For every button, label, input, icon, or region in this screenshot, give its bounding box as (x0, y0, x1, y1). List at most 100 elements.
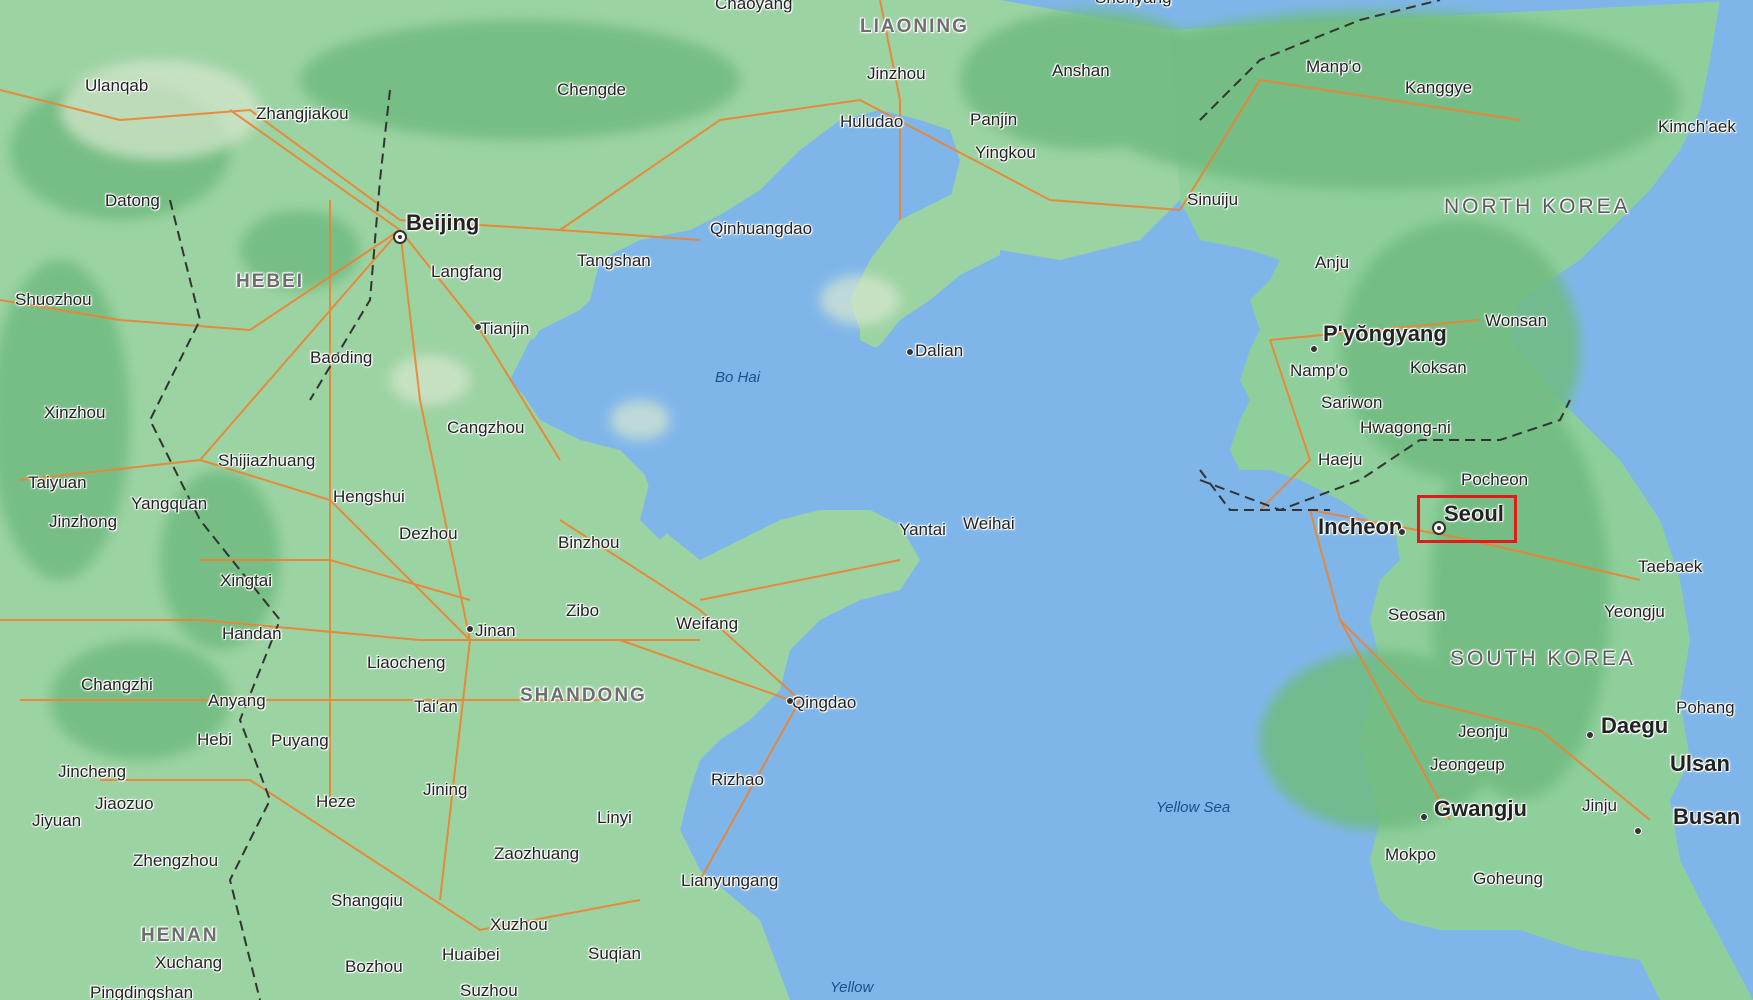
place-tianjin[interactable]: Tianjin (480, 319, 529, 339)
place-taian[interactable]: Tai'an (414, 697, 458, 717)
capital-marker-beijing (393, 230, 407, 244)
place-binzhou[interactable]: Binzhou (558, 533, 619, 553)
place-weihai[interactable]: Weihai (963, 514, 1015, 534)
place-weifang[interactable]: Weifang (676, 614, 738, 634)
place-bozhou[interactable]: Bozhou (345, 957, 403, 977)
place-hwagong-ni[interactable]: Hwagong-ni (1360, 418, 1451, 438)
place-haeju[interactable]: Haeju (1318, 450, 1362, 470)
place-suqian[interactable]: Suqian (588, 944, 641, 964)
place-lianyungang[interactable]: Lianyungang (681, 871, 778, 891)
place-seosan[interactable]: Seosan (1388, 605, 1446, 625)
place-shangqiu[interactable]: Shangqiu (331, 891, 403, 911)
place-koksan[interactable]: Koksan (1410, 358, 1467, 378)
place-jiyuan[interactable]: Jiyuan (32, 811, 81, 831)
place-anyang[interactable]: Anyang (208, 691, 266, 711)
place-mokpo[interactable]: Mokpo (1385, 845, 1436, 865)
place-jinan[interactable]: Jinan (475, 621, 516, 641)
country-south-korea: SOUTH KOREA (1450, 647, 1636, 670)
place-anju[interactable]: Anju (1315, 253, 1349, 273)
map-view[interactable]: Chaoyang LIAONING Shenyang Ulanqab Cheng… (0, 0, 1753, 1000)
place-panjin[interactable]: Panjin (970, 110, 1017, 130)
place-suzhou[interactable]: Suzhou (460, 981, 518, 1000)
place-pohang[interactable]: Pohang (1676, 698, 1735, 718)
place-linyi[interactable]: Linyi (597, 808, 632, 828)
place-shuozhou[interactable]: Shuozhou (15, 290, 92, 310)
place-pingdingshan[interactable]: Pingdingshan (90, 983, 193, 1000)
place-shijiazhuang[interactable]: Shijiazhuang (218, 451, 315, 471)
place-dezhou[interactable]: Dezhou (399, 524, 458, 544)
place-baoding[interactable]: Baoding (310, 348, 372, 368)
region-liaoning: LIAONING (860, 16, 969, 37)
place-gwangju[interactable]: Gwangju (1434, 796, 1527, 822)
place-jinju[interactable]: Jinju (1582, 796, 1617, 816)
place-datong[interactable]: Datong (105, 191, 160, 211)
place-anshan[interactable]: Anshan (1052, 61, 1110, 81)
place-yangquan[interactable]: Yangquan (131, 494, 207, 514)
place-jeonju[interactable]: Jeonju (1458, 722, 1508, 742)
place-chaoyang[interactable]: Chaoyang (715, 0, 793, 14)
place-kimchaek[interactable]: Kimch'aek (1658, 117, 1736, 137)
place-busan[interactable]: Busan (1673, 804, 1740, 830)
place-goheung[interactable]: Goheung (1473, 869, 1543, 889)
place-zaozhuang[interactable]: Zaozhuang (494, 844, 579, 864)
place-xinzhou[interactable]: Xinzhou (44, 403, 105, 423)
place-manpo[interactable]: Manp'o (1306, 57, 1361, 77)
place-huaibei[interactable]: Huaibei (442, 945, 500, 965)
place-yingkou[interactable]: Yingkou (975, 143, 1036, 163)
place-huludao[interactable]: Huludao (840, 112, 903, 132)
place-zhangjiakou[interactable]: Zhangjiakou (256, 104, 349, 124)
place-rizhao[interactable]: Rizhao (711, 770, 764, 790)
city-marker-pyongyang (1310, 345, 1318, 353)
place-shenyang[interactable]: Shenyang (1095, 0, 1172, 8)
water-yellow-sea: Yellow Sea (1156, 799, 1231, 816)
place-pocheon[interactable]: Pocheon (1461, 470, 1528, 490)
city-marker-jinan (466, 625, 474, 633)
place-beijing[interactable]: Beijing (406, 210, 479, 236)
place-heze[interactable]: Heze (316, 792, 356, 812)
place-jining[interactable]: Jining (423, 780, 467, 800)
city-marker-qingdao (786, 697, 794, 705)
place-qinhuangdao[interactable]: Qinhuangdao (710, 219, 812, 239)
place-jiaozuo[interactable]: Jiaozuo (95, 794, 154, 814)
place-kanggye[interactable]: Kanggye (1405, 78, 1472, 98)
place-jincheng[interactable]: Jincheng (58, 762, 126, 782)
place-yantai[interactable]: Yantai (899, 520, 946, 540)
place-ulanqab[interactable]: Ulanqab (85, 76, 148, 96)
place-chengde[interactable]: Chengde (557, 80, 626, 100)
place-taiyuan[interactable]: Taiyuan (28, 473, 87, 493)
place-hengshui[interactable]: Hengshui (333, 487, 405, 507)
place-changzhi[interactable]: Changzhi (81, 675, 153, 695)
place-pyongyang[interactable]: P'yŏngyang (1323, 321, 1447, 347)
place-handan[interactable]: Handan (222, 624, 282, 644)
place-incheon[interactable]: Incheon (1318, 514, 1402, 540)
seoul-highlight-box (1417, 495, 1517, 543)
city-marker-incheon (1398, 528, 1406, 536)
place-zibo[interactable]: Zibo (566, 601, 599, 621)
place-nampo[interactable]: Namp'o (1290, 361, 1348, 381)
place-ulsan[interactable]: Ulsan (1670, 751, 1730, 777)
place-taebaek[interactable]: Taebaek (1638, 557, 1702, 577)
place-jinzhou[interactable]: Jinzhou (867, 64, 926, 84)
place-langfang[interactable]: Langfang (431, 262, 502, 282)
place-dalian[interactable]: Dalian (915, 341, 963, 361)
place-tangshan[interactable]: Tangshan (577, 251, 651, 271)
place-liaocheng[interactable]: Liaocheng (367, 653, 445, 673)
city-marker-tianjin (474, 323, 482, 331)
place-sariwon[interactable]: Sariwon (1321, 393, 1382, 413)
place-jinzhong[interactable]: Jinzhong (49, 512, 117, 532)
place-xuzhou[interactable]: Xuzhou (490, 915, 548, 935)
place-xingtai[interactable]: Xingtai (220, 571, 272, 591)
place-daegu[interactable]: Daegu (1601, 713, 1668, 739)
place-sinuiju[interactable]: Sinuiju (1187, 190, 1238, 210)
region-hebei: HEBEI (236, 271, 305, 292)
place-yeongju[interactable]: Yeongju (1604, 602, 1665, 622)
place-qingdao[interactable]: Qingdao (792, 693, 856, 713)
place-wonsan[interactable]: Wonsan (1485, 311, 1547, 331)
water-yellow-sea-bottom: Yellow (830, 979, 874, 996)
place-hebi[interactable]: Hebi (197, 730, 232, 750)
place-xuchang[interactable]: Xuchang (155, 953, 222, 973)
place-cangzhou[interactable]: Cangzhou (447, 418, 525, 438)
place-zhengzhou[interactable]: Zhengzhou (133, 851, 218, 871)
place-puyang[interactable]: Puyang (271, 731, 329, 751)
place-jeongeup[interactable]: Jeongeup (1430, 755, 1505, 775)
